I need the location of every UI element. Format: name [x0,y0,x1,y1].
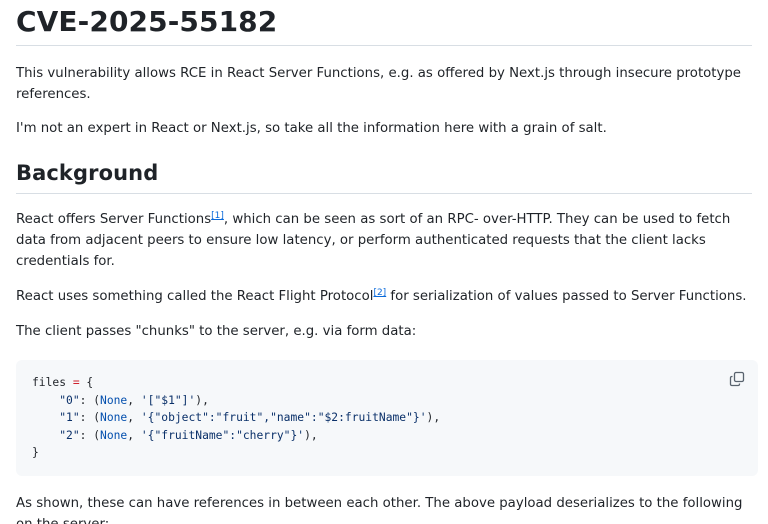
footnote-link-1[interactable]: [1] [211,211,224,221]
copy-icon [729,371,745,387]
code-content[interactable]: files = { "0": (None, '["$1"]'), "1": (N… [32,374,742,462]
code-block: files = { "0": (None, '["$1"]'), "1": (N… [16,360,758,476]
intro-paragraph: This vulnerability allows RCE in React S… [16,66,741,102]
flight-protocol-paragraph: React uses something called the React Fl… [16,286,752,307]
deserialize-paragraph: As shown, these can have references in b… [16,496,743,524]
disclaimer-paragraph: I'm not an expert in React or Next.js, s… [16,121,607,136]
chunks-paragraph: The client passes "chunks" to the server… [16,324,417,339]
page-title: CVE-2025-55182 [16,0,752,46]
copy-button[interactable] [728,370,746,388]
footnote-ref-1: [1] [211,211,224,221]
footnote-ref-2: [2] [373,288,386,298]
flight-protocol-text-end: for serialization of values passed to Se… [386,289,747,304]
article-page: CVE-2025-55182 This vulnerability allows… [0,0,768,524]
server-functions-paragraph: React offers Server Functions[1], which … [16,209,752,272]
background-heading: Background [16,160,752,194]
flight-protocol-text-start: React uses something called the React Fl… [16,289,374,304]
server-functions-text-start: React offers Server Functions [16,212,212,227]
footnote-link-2[interactable]: [2] [373,288,386,298]
